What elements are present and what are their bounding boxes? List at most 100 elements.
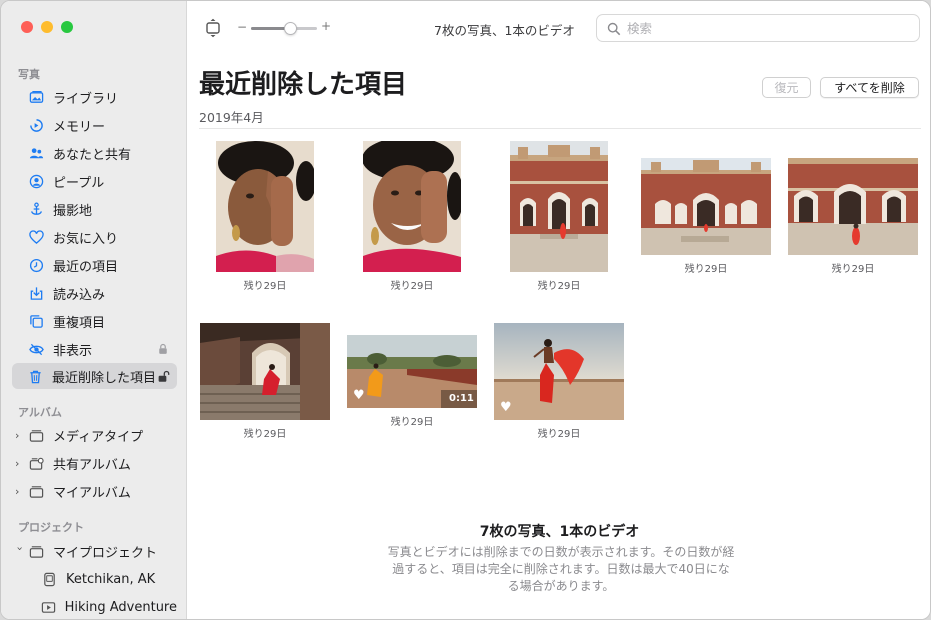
chevron-right-icon[interactable]: › [15,485,25,498]
search-field[interactable] [596,14,920,42]
sidebar-item-label: 最近削除した項目 [51,370,156,386]
sidebar-item-label: メモリー [53,119,106,135]
sidebar-item-label: 共有アルバム [53,457,131,473]
sidebar-item-label: ピープル [53,175,105,191]
library-icon [27,88,45,106]
heart-icon [27,228,45,246]
section-header-albums: アルバム [18,406,62,419]
zoom-window-button[interactable] [61,21,73,33]
places-icon [27,200,45,218]
section-header-projects: プロジェクト [18,521,84,534]
chevron-right-icon[interactable]: › [15,457,25,470]
zoom-slider[interactable] [251,22,317,35]
divider [199,128,921,129]
photo-thumbnail[interactable] [200,323,330,420]
delete-all-button[interactable]: すべてを削除 [820,77,919,98]
favorite-heart-icon[interactable]: ♥ [353,388,365,403]
item-count-label: 7枚の写真、1本のビデオ [434,23,575,38]
days-remaining-label: 残り29日 [684,264,728,275]
lock-icon [155,343,171,355]
zoom-slider-knob[interactable] [283,22,297,35]
window-controls [21,21,73,33]
slideshow-project-icon [40,598,57,616]
sidebar-item-label: メディアタイプ [53,429,144,445]
days-remaining-label: 残り29日 [537,429,581,440]
toolbar: − + 7枚の写真、1本のビデオ [187,1,930,55]
summary-description: 写真とビデオには削除までの日数が表示されます。その日数が経過すると、項目は完全に… [387,545,735,593]
project-folder-icon [27,542,45,560]
shared-with-you-icon [27,144,45,162]
album-folder-icon [27,426,45,444]
section-header-photos: 写真 [18,68,40,81]
sidebar-item-library[interactable]: ライブラリ [12,84,177,110]
main-content: − + 7枚の写真、1本のビデオ 最近削除した項目 復元 すべてを削除 2019… [187,1,930,619]
sidebar-item-shared-albums[interactable]: › 共有アルバム [12,450,177,476]
shared-album-icon [27,454,45,472]
days-remaining-label: 残り29日 [390,281,434,292]
search-icon [607,21,621,36]
sidebar-item-favorites[interactable]: お気に入り [12,224,177,250]
days-remaining-label: 残り29日 [243,429,287,440]
zoom-in-button[interactable]: + [321,19,331,33]
chevron-down-icon[interactable]: › [14,546,27,556]
sidebar-item-places[interactable]: 撮影地 [12,196,177,222]
sidebar-item-label: マイアルバム [53,485,131,501]
photos-window: 写真 ライブラリ メモリー あなたと共有 ピープル 撮影地 お気に入り 最近の項… [0,0,931,620]
duplicates-icon [27,312,45,330]
sidebar: 写真 ライブラリ メモリー あなたと共有 ピープル 撮影地 お気に入り 最近の項… [1,1,187,619]
sidebar-item-label: あなたと共有 [53,147,132,163]
sidebar-item-media-types[interactable]: › メディアタイプ [12,422,177,448]
zoom-out-button[interactable]: − [237,20,247,34]
sidebar-item-ketchikan[interactable]: Ketchikan, AK [12,566,177,592]
photo-thumbnail[interactable] [788,158,918,255]
sidebar-item-shared-with-you[interactable]: あなたと共有 [12,140,177,166]
sidebar-item-hidden[interactable]: 非表示 [12,336,177,362]
aspect-ratio-toggle-icon[interactable] [205,18,221,38]
sidebar-item-my-projects[interactable]: › マイプロジェクト [12,538,177,564]
sidebar-item-imports[interactable]: 読み込み [12,280,177,306]
people-icon [27,172,45,190]
days-remaining-label: 残り29日 [390,417,434,428]
sidebar-item-label: 重複項目 [53,315,106,331]
days-remaining-label: 残り29日 [537,281,581,292]
photo-thumbnail[interactable] [641,158,771,255]
video-duration-label: 0:11 [449,393,474,404]
chevron-right-icon[interactable]: › [15,429,25,442]
sidebar-item-label: 撮影地 [53,203,93,219]
sidebar-item-label: 非表示 [53,343,93,359]
minimize-button[interactable] [41,21,53,33]
memories-icon [27,116,45,134]
sidebar-item-label: マイプロジェクト [53,545,158,561]
album-folder-icon [27,482,45,500]
trash-icon [27,367,44,385]
sidebar-item-my-albums[interactable]: › マイアルバム [12,478,177,504]
search-input[interactable] [627,20,907,36]
sidebar-item-label: Ketchikan, AK [66,571,156,587]
recover-button[interactable]: 復元 [762,77,811,98]
sidebar-item-memories[interactable]: メモリー [12,112,177,138]
sidebar-item-label: ライブラリ [53,91,119,107]
clock-icon [27,256,45,274]
sidebar-item-label: 最近の項目 [53,259,119,275]
close-button[interactable] [21,21,33,33]
sidebar-item-label: Hiking Adventure [64,599,177,615]
import-icon [27,284,45,302]
sidebar-item-recents[interactable]: 最近の項目 [12,252,177,278]
unlock-icon [156,370,171,383]
sidebar-item-recently-deleted[interactable]: 最近削除した項目 [12,363,177,389]
sidebar-item-label: お気に入り [53,231,119,247]
photo-thumbnail[interactable] [363,141,461,272]
hidden-eye-icon [27,340,45,358]
favorite-heart-icon[interactable]: ♥ [500,400,512,415]
sidebar-item-people[interactable]: ピープル [12,168,177,194]
sidebar-item-duplicates[interactable]: 重複項目 [12,308,177,334]
sidebar-item-label: 読み込み [53,287,106,303]
photo-thumbnail[interactable] [510,141,608,272]
summary-title: 7枚の写真、1本のビデオ [479,524,640,540]
video-thumbnail[interactable]: ♥ 0:11 [347,335,477,408]
days-remaining-label: 残り29日 [831,264,875,275]
sidebar-item-hiking-adventure[interactable]: Hiking Adventure [12,594,177,619]
page-title: 最近削除した項目 [199,70,408,100]
photo-thumbnail[interactable] [216,141,314,272]
photo-thumbnail[interactable]: ♥ [494,323,624,420]
